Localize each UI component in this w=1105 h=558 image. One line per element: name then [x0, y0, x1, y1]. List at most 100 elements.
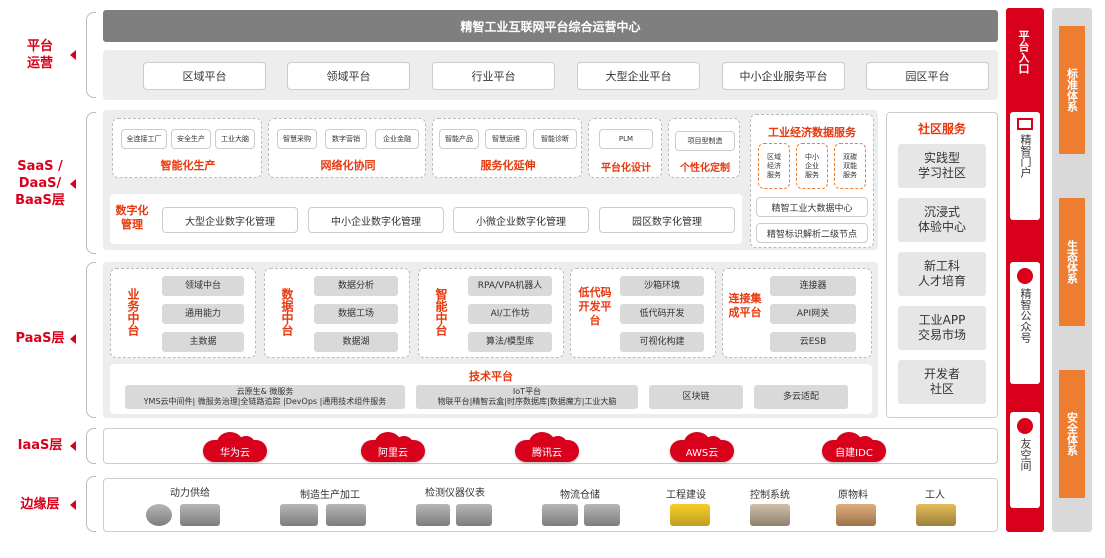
portal-label: 精智门户: [1019, 134, 1032, 178]
paas-group-title: 连接集成平台: [728, 292, 762, 319]
community-item[interactable]: 新工科 人才培育: [898, 252, 986, 296]
bracket-paas: [86, 262, 96, 418]
cnc-machine-icon: [326, 504, 366, 526]
wechat-label: 精智公众号: [1019, 288, 1032, 343]
saas-item[interactable]: 安全生产: [171, 129, 211, 149]
bracket-saas: [86, 112, 96, 254]
community-item[interactable]: 开发者 社区: [898, 360, 986, 404]
econ-title: 工业经济数据服务: [768, 126, 856, 139]
saas-item[interactable]: 项目型制造: [675, 131, 735, 151]
econ-item[interactable]: 双碳 双能 服务: [834, 143, 866, 189]
saas-item[interactable]: 智慧运维: [485, 129, 527, 149]
worker-icon: [916, 504, 956, 526]
econ-item[interactable]: 区域 经济 服务: [758, 143, 790, 189]
top-bar: 精智工业互联网平台综合运营中心: [103, 10, 998, 42]
cloud-self-idc[interactable]: 自建IDC: [822, 432, 886, 462]
tech-item[interactable]: IoT平台 物联平台|精智云盒|时序数据库|数据魔方|工业大脑: [416, 385, 638, 409]
saas-group-title: 平台化设计: [601, 163, 651, 174]
youkongjian-card[interactable]: 友空间: [1010, 412, 1040, 508]
cloud-aws[interactable]: AWS云: [670, 432, 734, 462]
paas-item[interactable]: 数据分析: [314, 276, 398, 296]
paas-group-title: 业务中台: [126, 288, 140, 336]
saas-group-title: 网络化协同: [320, 159, 376, 172]
youkongjian-icon: [1017, 418, 1033, 434]
saas-group-title: 智能化生产: [160, 159, 216, 172]
edge-label: 检测仪器仪表: [425, 488, 485, 499]
edge-label: 工人: [925, 490, 945, 501]
saas-group-custom: 项目型制造 个性化定制: [668, 118, 740, 178]
paas-item[interactable]: 连接器: [770, 276, 856, 296]
saas-group-title: 个性化定制: [680, 163, 730, 174]
wechat-card[interactable]: 精智公众号: [1010, 262, 1040, 384]
cloud-tencent[interactable]: 腾讯云: [515, 432, 579, 462]
bracket-platform: [86, 12, 96, 98]
platform-item[interactable]: 领域平台: [287, 62, 410, 90]
paas-item[interactable]: 领域中台: [162, 276, 244, 296]
paas-item[interactable]: 主数据: [162, 332, 244, 352]
saas-item[interactable]: 全连接工厂: [121, 129, 167, 149]
econ-row[interactable]: 精智标识解析二级节点: [756, 223, 868, 243]
system-security[interactable]: 安全体系: [1059, 370, 1085, 498]
system-standard[interactable]: 标准体系: [1059, 26, 1085, 154]
portal-icon: [1017, 118, 1033, 130]
econ-item[interactable]: 中小 企业 服务: [796, 143, 828, 189]
entry-title: 平台入口: [1017, 30, 1030, 74]
paas-item[interactable]: 数据工场: [314, 304, 398, 324]
edge-label: 工程建设: [666, 490, 706, 501]
raw-material-icon: [836, 504, 876, 526]
meter-icon: [456, 504, 492, 526]
paas-item[interactable]: 低代码开发: [620, 304, 704, 324]
paas-item[interactable]: 算法/模型库: [468, 332, 552, 352]
edge-label: 动力供给: [170, 488, 210, 499]
paas-group-title: 数据中台: [280, 288, 294, 336]
platform-item[interactable]: 中小企业服务平台: [722, 62, 845, 90]
saas-item[interactable]: 企业金融: [375, 129, 419, 149]
paas-group-title: 低代码开发平台: [578, 286, 612, 327]
community-item[interactable]: 实践型 学习社区: [898, 144, 986, 188]
portal-card[interactable]: 精智门户: [1010, 112, 1040, 220]
paas-item[interactable]: 通用能力: [162, 304, 244, 324]
community-item[interactable]: 沉浸式 体验中心: [898, 198, 986, 242]
cloud-huawei[interactable]: 华为云: [203, 432, 267, 462]
platform-item[interactable]: 区域平台: [143, 62, 266, 90]
digital-mgmt-item[interactable]: 小微企业数字化管理: [453, 207, 589, 233]
digital-mgmt-item[interactable]: 中小企业数字化管理: [308, 207, 444, 233]
saas-group-title: 服务化延伸: [480, 159, 536, 172]
tech-item[interactable]: 多云适配: [754, 385, 848, 409]
saas-item[interactable]: 工业大脑: [215, 129, 255, 149]
paas-item[interactable]: 可视化构建: [620, 332, 704, 352]
tech-item[interactable]: 云原生& 微服务 YMS云中间件| 微服务治理|全链路追踪 |DevOps |通…: [125, 385, 405, 409]
robot-arm-icon: [280, 504, 318, 526]
cloud-aliyun[interactable]: 阿里云: [361, 432, 425, 462]
layer-label-paas: PaaS层: [0, 330, 80, 347]
saas-item[interactable]: 智能诊断: [533, 129, 577, 149]
container-icon: [584, 504, 620, 526]
paas-item[interactable]: RPA/VPA机器人: [468, 276, 552, 296]
platform-item[interactable]: 大型企业平台: [577, 62, 700, 90]
community-title: 社区服务: [917, 122, 966, 136]
tech-item[interactable]: 区块链: [649, 385, 743, 409]
saas-group-network-collab: 智慧采购 数字营销 企业金融 网络化协同: [268, 118, 426, 178]
paas-item[interactable]: API网关: [770, 304, 856, 324]
platform-item[interactable]: 行业平台: [432, 62, 555, 90]
paas-item[interactable]: AI/工作坊: [468, 304, 552, 324]
community-item[interactable]: 工业APP 交易市场: [898, 306, 986, 350]
saas-item[interactable]: PLM: [599, 129, 653, 149]
youkongjian-label: 友空间: [1019, 438, 1032, 471]
digital-mgmt-item[interactable]: 园区数字化管理: [599, 207, 735, 233]
paas-item[interactable]: 数据湖: [314, 332, 398, 352]
excavator-icon: [670, 504, 710, 526]
layer-label-saas: SaaS / DaaS/ BaaS层: [0, 158, 80, 209]
platform-item[interactable]: 园区平台: [866, 62, 989, 90]
saas-item[interactable]: 数字营销: [325, 129, 367, 149]
gauge-icon: [146, 504, 172, 526]
system-ecology[interactable]: 生态体系: [1059, 198, 1085, 326]
saas-item[interactable]: 智慧采购: [277, 129, 317, 149]
edge-label: 物流仓储: [560, 490, 600, 501]
saas-item[interactable]: 智能产品: [439, 129, 479, 149]
econ-row[interactable]: 精智工业大数据中心: [756, 197, 868, 217]
edge-label: 制造生产加工: [300, 490, 360, 501]
paas-item[interactable]: 沙箱环境: [620, 276, 704, 296]
paas-item[interactable]: 云ESB: [770, 332, 856, 352]
digital-mgmt-item[interactable]: 大型企业数字化管理: [162, 207, 298, 233]
